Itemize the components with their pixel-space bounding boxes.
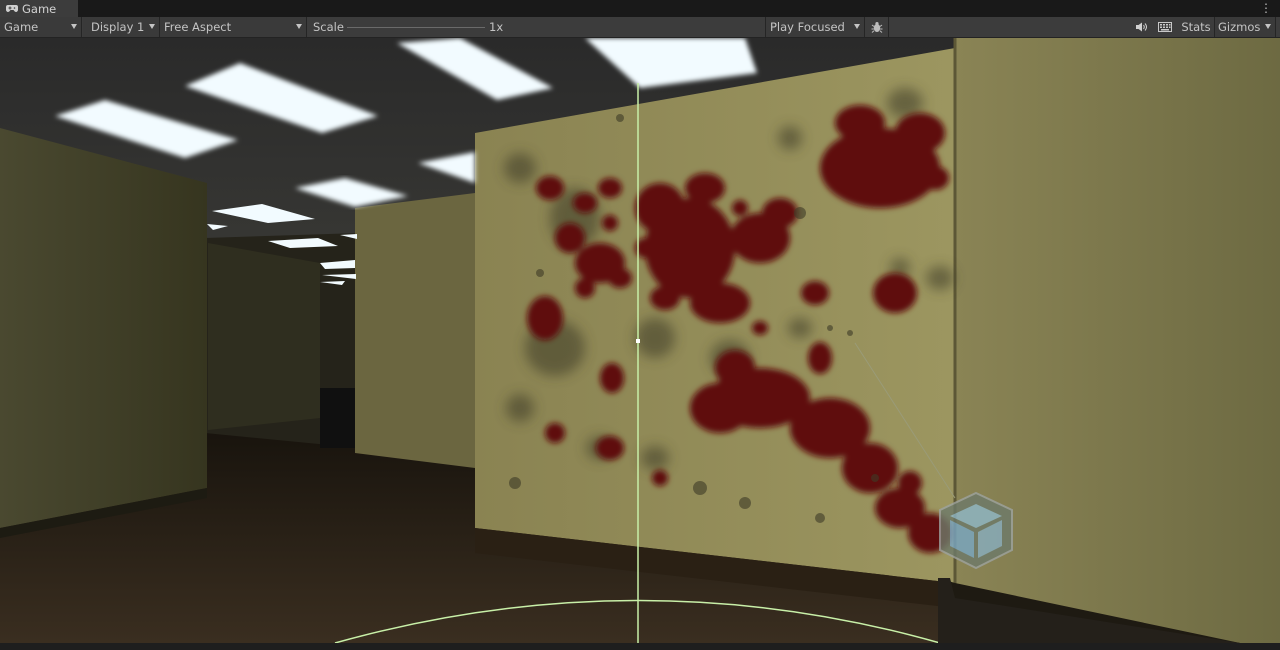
gamepad-icon bbox=[6, 2, 18, 16]
chevron-down-icon bbox=[1265, 24, 1271, 29]
chevron-down-icon bbox=[296, 24, 302, 29]
kebab-menu-icon[interactable]: ⋮ bbox=[1260, 1, 1272, 15]
corridor-side-wall bbox=[208, 243, 320, 430]
chevron-down-icon bbox=[854, 24, 860, 29]
display-label: Display 1 bbox=[91, 20, 145, 34]
stats-button[interactable]: Stats bbox=[1178, 17, 1214, 37]
tab-game-label: Game bbox=[22, 1, 57, 16]
scale-label: Scale bbox=[313, 20, 344, 34]
bug-icon[interactable] bbox=[866, 17, 889, 37]
game-toolbar: Game Display 1 Free Aspect Scale 1x Play… bbox=[0, 17, 1280, 38]
middle-wall bbox=[355, 193, 475, 468]
scale-slider[interactable] bbox=[347, 27, 485, 28]
gizmos-label: Gizmos bbox=[1218, 20, 1261, 34]
game-scene bbox=[0, 38, 1280, 643]
gizmo-center-handle bbox=[636, 339, 640, 343]
scale-value: 1x bbox=[489, 20, 504, 34]
bottom-strip bbox=[0, 643, 1280, 650]
tab-game[interactable]: Game bbox=[0, 0, 78, 17]
aspect-dropdown[interactable]: Free Aspect bbox=[160, 17, 307, 37]
view-mode-dropdown[interactable]: Game bbox=[0, 17, 82, 37]
play-mode-label: Play Focused bbox=[770, 20, 845, 34]
chevron-down-icon bbox=[71, 24, 77, 29]
aspect-label: Free Aspect bbox=[164, 20, 232, 34]
display-dropdown[interactable]: Display 1 bbox=[83, 17, 160, 37]
keyboard-icon[interactable] bbox=[1154, 17, 1176, 37]
corridor-doorway bbox=[320, 388, 355, 448]
gizmos-dropdown[interactable]: Gizmos bbox=[1214, 17, 1276, 37]
play-mode-dropdown[interactable]: Play Focused bbox=[766, 17, 865, 37]
stats-label: Stats bbox=[1181, 20, 1211, 34]
view-mode-label: Game bbox=[4, 20, 39, 34]
tab-strip: Game ⋮ bbox=[0, 0, 1280, 17]
chevron-down-icon bbox=[149, 24, 155, 29]
speaker-icon[interactable] bbox=[1130, 17, 1152, 37]
game-viewport[interactable] bbox=[0, 38, 1280, 643]
left-wall bbox=[0, 128, 207, 528]
